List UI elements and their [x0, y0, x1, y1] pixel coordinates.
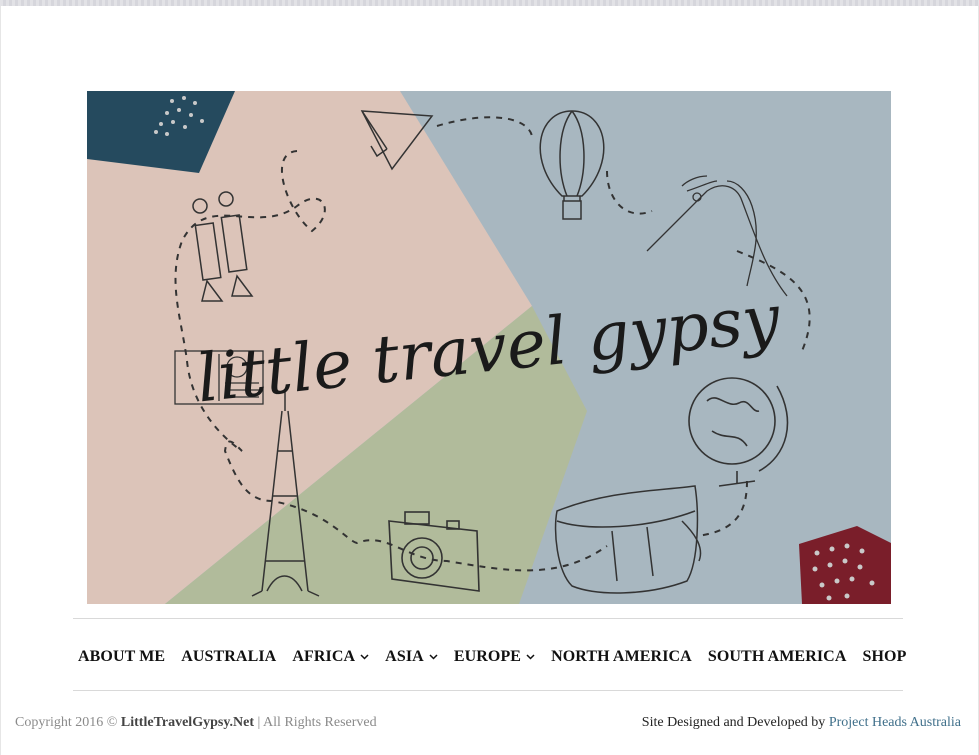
footer-site-name: LittleTravelGypsy.Net	[120, 715, 255, 730]
credit-prefix: Site Designed and Developed by	[641, 715, 826, 730]
nav-label: EUROPE	[453, 648, 522, 665]
nav-divider-top	[73, 618, 903, 619]
nav-item-africa[interactable]: AFRICA	[292, 648, 369, 666]
nav-item-south-america[interactable]: SOUTH AMERICA	[708, 648, 847, 666]
nav-label: SOUTH AMERICA	[707, 648, 847, 665]
chevron-down-icon	[526, 654, 535, 660]
header-banner-link[interactable]: little travel gypsy	[87, 91, 891, 604]
nav-item-australia[interactable]: AUSTRALIA	[181, 648, 276, 666]
nav-item-about-me[interactable]: ABOUT ME	[78, 648, 165, 666]
nav-label: ASIA	[385, 648, 424, 665]
nav-item-shop[interactable]: SHOP	[863, 648, 907, 666]
nav-item-europe[interactable]: EUROPE	[454, 648, 535, 666]
header-illustration	[87, 91, 891, 604]
nav-item-north-america[interactable]: NORTH AMERICA	[551, 648, 692, 666]
nav-label: SHOP	[862, 648, 907, 665]
nav-label: NORTH AMERICA	[551, 648, 692, 665]
nav-label: AUSTRALIA	[181, 648, 277, 665]
nav-label: AFRICA	[292, 648, 356, 665]
main-navigation: ABOUT ME AUSTRALIA AFRICA ASIA EUROPE NO…	[78, 646, 908, 668]
footer-copyright: Copyright 2016 © LittleTravelGypsy.Net |…	[15, 715, 377, 731]
nav-divider-bottom	[73, 690, 903, 691]
chevron-down-icon	[360, 654, 369, 660]
credit-link[interactable]: Project Heads Australia	[829, 715, 961, 730]
footer-credit: Site Designed and Developed by Project H…	[642, 715, 961, 731]
nav-item-asia[interactable]: ASIA	[385, 648, 438, 666]
footer-rights: | All Rights Reserved	[257, 715, 377, 730]
nav-label: ABOUT ME	[78, 648, 166, 665]
copyright-prefix: Copyright 2016 ©	[15, 715, 118, 730]
chevron-down-icon	[429, 654, 438, 660]
